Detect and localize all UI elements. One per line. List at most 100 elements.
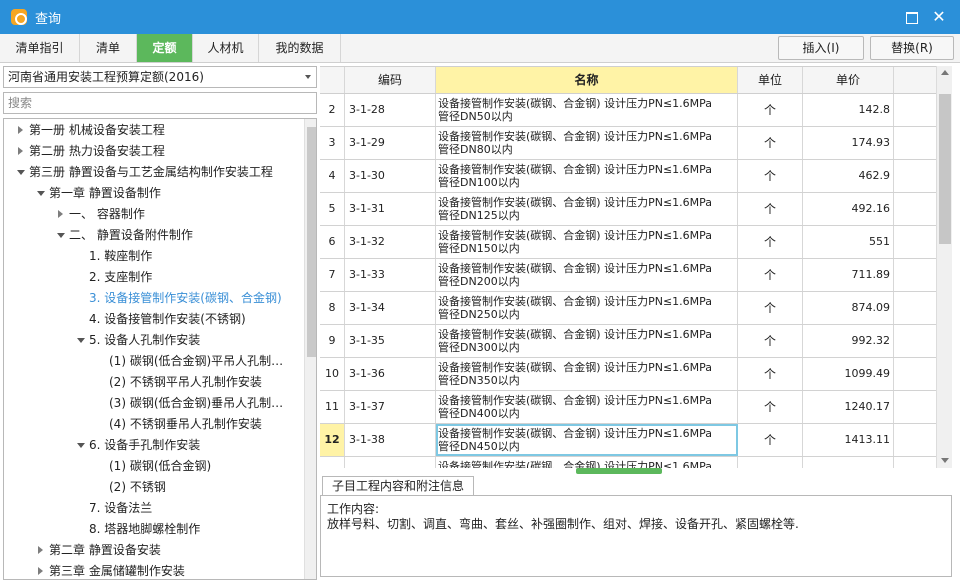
detail-text: 放样号料、切割、调直、弯曲、套丝、补强圈制作、组对、焊接、设备开孔、紧固螺栓等.	[327, 517, 799, 531]
expand-right-icon[interactable]	[36, 561, 46, 579]
table-row[interactable]: 4 3-1-30 设备接管制作安装(碳钢、合金钢) 设计压力PN≤1.6MPa 管径D…	[320, 160, 938, 193]
cell-name: 设备接管制作安装(碳钢、合金钢) 设计压力PN≤1.6MPa 管径DN50以内	[436, 94, 738, 126]
column-header[interactable]: 单价	[803, 67, 894, 93]
table-row[interactable]: 8 3-1-34 设备接管制作安装(碳钢、合金钢) 设计压力PN≤1.6MPa 管径D…	[320, 292, 938, 325]
tree-item[interactable]: 二、 静置设备附件制作	[4, 225, 302, 246]
cell-price: 492.16	[803, 193, 894, 225]
left-panel: 河南省通用安装工程预算定额(2016) 第一册 机械设备安装工程第二册 热力设备…	[3, 66, 317, 580]
quota-grid: 编码 名称 单位 单价 2 3-1-28 设备接管制作安装(碳钢、合金钢) 设计压力PN≤…	[320, 66, 938, 468]
tree-item[interactable]: 5. 设备人孔制作安装	[4, 330, 302, 351]
cell-unit: 个	[738, 94, 803, 126]
tab-my-data[interactable]: 我的数据	[259, 34, 341, 62]
cell-price: 551	[803, 226, 894, 258]
tree-item[interactable]: 6. 设备手孔制作安装	[4, 435, 302, 456]
tree-item[interactable]: (4) 不锈钢垂吊人孔制作安装	[4, 414, 302, 435]
cell-unit: 个	[738, 160, 803, 192]
expand-right-icon[interactable]	[36, 540, 46, 561]
tab-bill-guide[interactable]: 清单指引	[0, 34, 80, 62]
tree-item[interactable]: 7. 设备法兰	[4, 498, 302, 519]
grid-scrollbar-thumb[interactable]	[939, 94, 951, 244]
tree-item-label: 第三册 静置设备与工艺金属结构制作安装工程	[29, 165, 273, 179]
scroll-up-icon[interactable]	[941, 70, 949, 75]
expand-right-icon[interactable]	[16, 120, 26, 141]
table-row[interactable]: 2 3-1-28 设备接管制作安装(碳钢、合金钢) 设计压力PN≤1.6MPa 管径D…	[320, 94, 938, 127]
tree-item[interactable]: (1) 碳钢(低合金钢)平吊人孔制…	[4, 351, 302, 372]
table-row[interactable]: 3 3-1-29 设备接管制作安装(碳钢、合金钢) 设计压力PN≤1.6MPa 管径D…	[320, 127, 938, 160]
tree-item[interactable]: 第三章 金属储罐制作安装	[4, 561, 302, 579]
quota-library-select[interactable]: 河南省通用安装工程预算定额(2016)	[3, 66, 317, 88]
cell-name-line2: 管径DN50以内	[438, 110, 513, 123]
splitter-handle[interactable]	[576, 468, 662, 474]
cell-code: 3-1-37	[345, 391, 436, 423]
column-header[interactable]	[320, 67, 345, 93]
scroll-down-icon[interactable]	[941, 458, 949, 463]
table-row[interactable]: 9 3-1-35 设备接管制作安装(碳钢、合金钢) 设计压力PN≤1.6MPa 管径D…	[320, 325, 938, 358]
cell-name: 设备接管制作安装(碳钢、合金钢) 设计压力PN≤1.6MPa 管径DN400以内	[436, 391, 738, 423]
tree-item[interactable]: 一、 容器制作	[4, 204, 302, 225]
tree-item-label: (4) 不锈钢垂吊人孔制作安装	[109, 417, 262, 431]
expand-down-icon[interactable]	[36, 183, 46, 204]
column-header[interactable]: 名称	[436, 67, 738, 93]
tree-item[interactable]: 第一章 静置设备制作	[4, 183, 302, 204]
cell-name-line1: 设备接管制作安装(碳钢、合金钢) 设计压力PN≤1.6MPa	[438, 427, 713, 440]
expand-down-icon[interactable]	[76, 330, 86, 351]
expand-down-icon[interactable]	[16, 162, 26, 183]
tab-labor-material-machine[interactable]: 人材机	[193, 34, 259, 62]
tree-item-label: (3) 碳钢(低合金钢)垂吊人孔制…	[109, 396, 284, 410]
cell-name-line2: 管径DN150以内	[438, 242, 520, 255]
grid-scrollbar[interactable]	[936, 66, 952, 468]
cell-code	[345, 457, 436, 468]
tab-detail-info[interactable]: 子目工程内容和附注信息	[322, 476, 475, 496]
tree-item[interactable]: 3. 设备接管制作安装(碳钢、合金钢)	[4, 288, 302, 309]
tree-scrollbar-thumb[interactable]	[307, 127, 316, 357]
expand-down-icon[interactable]	[76, 435, 86, 456]
cell-num: 3	[320, 127, 345, 159]
tree-item-label: (2) 不锈钢	[109, 480, 166, 494]
tree-item-label: 一、 容器制作	[69, 207, 145, 221]
table-row[interactable]: 10 3-1-36 设备接管制作安装(碳钢、合金钢) 设计压力PN≤1.6MPa 管径…	[320, 358, 938, 391]
cell-code: 3-1-33	[345, 259, 436, 291]
column-header[interactable]: 单位	[738, 67, 803, 93]
expand-right-icon[interactable]	[56, 204, 66, 225]
table-row[interactable]: 设备接管制作安装(碳钢、合金钢) 设计压力PN≤1.6MPa	[320, 457, 938, 468]
table-row[interactable]: 6 3-1-32 设备接管制作安装(碳钢、合金钢) 设计压力PN≤1.6MPa 管径D…	[320, 226, 938, 259]
tree-item[interactable]: 1. 鞍座制作	[4, 246, 302, 267]
table-row[interactable]: 12 3-1-38 设备接管制作安装(碳钢、合金钢) 设计压力PN≤1.6MPa 管径…	[320, 424, 938, 457]
cell-code: 3-1-30	[345, 160, 436, 192]
tree-item[interactable]: (1) 碳钢(低合金钢)	[4, 456, 302, 477]
tree-item[interactable]: (2) 不锈钢平吊人孔制作安装	[4, 372, 302, 393]
tree-item[interactable]: 4. 设备接管制作安装(不锈钢)	[4, 309, 302, 330]
cell-code: 3-1-28	[345, 94, 436, 126]
table-row[interactable]: 11 3-1-37 设备接管制作安装(碳钢、合金钢) 设计压力PN≤1.6MPa 管径…	[320, 391, 938, 424]
tree-item[interactable]: 第二章 静置设备安装	[4, 540, 302, 561]
tree-item[interactable]: 第一册 机械设备安装工程	[4, 120, 302, 141]
insert-button[interactable]: 插入(I)	[778, 36, 864, 60]
replace-button[interactable]: 替换(R)	[870, 36, 954, 60]
tree-item[interactable]: (2) 不锈钢	[4, 477, 302, 498]
cell-price: 1413.11	[803, 424, 894, 456]
tree-item[interactable]: (3) 碳钢(低合金钢)垂吊人孔制…	[4, 393, 302, 414]
window-title: 查询	[35, 11, 62, 27]
title-bar: 查询 ✕	[0, 0, 960, 34]
cell-name-line2: 管径DN125以内	[438, 209, 520, 222]
cell-unit: 个	[738, 127, 803, 159]
tree-item[interactable]: 8. 塔器地脚螺栓制作	[4, 519, 302, 540]
column-header[interactable]: 编码	[345, 67, 436, 93]
cell-num: 7	[320, 259, 345, 291]
search-input[interactable]	[3, 92, 317, 114]
table-row[interactable]: 7 3-1-33 设备接管制作安装(碳钢、合金钢) 设计压力PN≤1.6MPa 管径D…	[320, 259, 938, 292]
expand-right-icon[interactable]	[16, 141, 26, 162]
tree-item[interactable]: 2. 支座制作	[4, 267, 302, 288]
maximize-icon[interactable]	[902, 8, 920, 26]
tab-bill[interactable]: 清单	[80, 34, 137, 62]
expand-down-icon[interactable]	[56, 225, 66, 246]
tree-item[interactable]: 第三册 静置设备与工艺金属结构制作安装工程	[4, 162, 302, 183]
tree-scrollbar[interactable]	[304, 119, 316, 579]
cell-name: 设备接管制作安装(碳钢、合金钢) 设计压力PN≤1.6MPa 管径DN200以内	[436, 259, 738, 291]
cell-price: 1099.49	[803, 358, 894, 390]
close-icon[interactable]: ✕	[930, 8, 948, 26]
tab-quota[interactable]: 定额	[137, 34, 193, 62]
tree-item[interactable]: 第二册 热力设备安装工程	[4, 141, 302, 162]
tree-item-label: 8. 塔器地脚螺栓制作	[89, 522, 201, 536]
table-row[interactable]: 5 3-1-31 设备接管制作安装(碳钢、合金钢) 设计压力PN≤1.6MPa 管径D…	[320, 193, 938, 226]
